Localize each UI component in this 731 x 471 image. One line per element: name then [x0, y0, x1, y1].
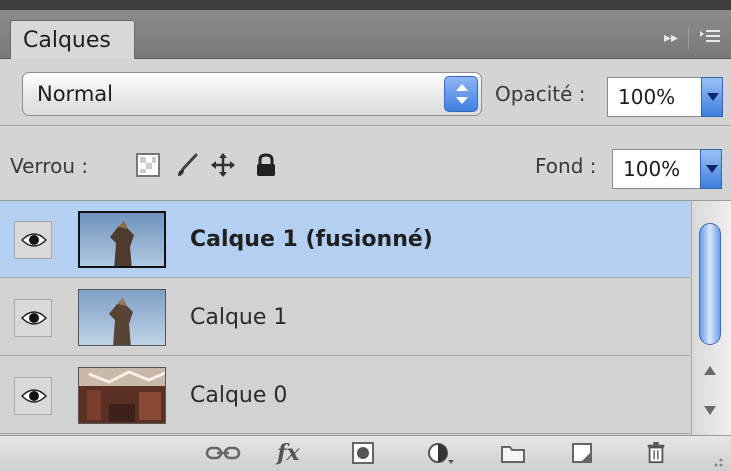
opacity-field[interactable]: 100%	[607, 77, 703, 117]
eye-icon	[21, 389, 47, 403]
layer-thumbnail	[78, 289, 166, 346]
lock-all-icon[interactable]	[253, 152, 279, 178]
panel-tab-bar: Calques ▸▸	[0, 0, 731, 59]
lock-label: Verrou :	[10, 154, 89, 178]
tab-calques[interactable]: Calques	[10, 20, 135, 59]
scrollbar-thumb[interactable]	[699, 223, 721, 345]
scroll-down-icon[interactable]	[704, 406, 716, 415]
resize-grip-icon[interactable]	[708, 452, 724, 468]
blend-mode-select[interactable]: Normal	[22, 72, 482, 116]
new-layer-icon[interactable]	[571, 442, 595, 464]
layer-name: Calque 1	[190, 305, 288, 330]
visibility-toggle[interactable]	[14, 377, 52, 415]
layer-thumbnail	[78, 367, 166, 424]
fill-label: Fond :	[535, 154, 597, 178]
layers-list: Calque 1 (fusionné) Calque 1 Calque 0	[0, 201, 690, 435]
scroll-up-icon[interactable]	[704, 366, 716, 375]
layer-row-calque-1[interactable]: Calque 1	[0, 279, 690, 356]
blend-mode-value: Normal	[37, 82, 113, 106]
trash-icon[interactable]	[645, 442, 667, 464]
lock-transparent-icon[interactable]	[135, 152, 161, 178]
eye-icon	[21, 233, 47, 247]
layer-name: Calque 0	[190, 383, 288, 408]
fill-dropdown-icon[interactable]	[700, 149, 722, 189]
visibility-toggle[interactable]	[14, 299, 52, 337]
layers-scrollbar[interactable]	[691, 201, 731, 435]
layer-row-calque-0[interactable]: Calque 0	[0, 357, 690, 434]
layer-row-calque-1-fusionne[interactable]: Calque 1 (fusionné)	[0, 201, 690, 278]
layers-panel: Calques ▸▸ Normal Opacité : 100% Verrou …	[0, 0, 731, 471]
link-layers-icon[interactable]	[205, 442, 241, 464]
layer-thumbnail	[78, 211, 166, 268]
adjustment-layer-icon[interactable]	[428, 442, 456, 464]
fx-icon[interactable]: fx	[277, 442, 300, 464]
fill-field[interactable]: 100%	[612, 149, 704, 189]
panel-menu-icon[interactable]	[699, 28, 721, 48]
visibility-toggle[interactable]	[14, 221, 52, 259]
new-group-icon[interactable]	[500, 442, 526, 464]
blend-mode-stepper-icon[interactable]	[444, 76, 478, 112]
opacity-dropdown-icon[interactable]	[701, 77, 723, 117]
layer-name: Calque 1 (fusionné)	[190, 227, 433, 252]
eye-icon	[21, 311, 47, 325]
lock-paint-icon[interactable]	[174, 152, 200, 178]
opacity-label: Opacité :	[495, 82, 586, 106]
lock-move-icon[interactable]	[210, 152, 236, 178]
double-arrow-icon[interactable]: ▸▸	[664, 30, 678, 46]
layer-mask-icon[interactable]	[352, 442, 374, 464]
